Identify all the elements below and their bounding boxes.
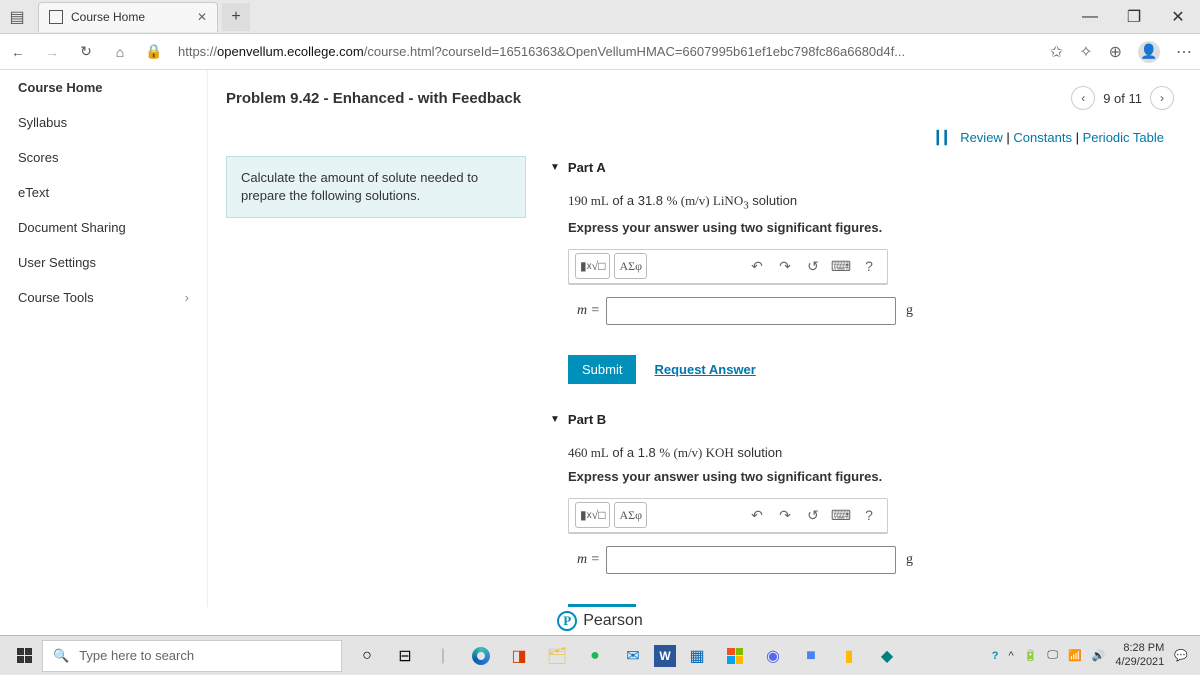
pause-icon: ▎▎	[937, 130, 953, 145]
part-a-answer-box: ▮ x√□ ΑΣφ ↶ ↷ ↺ ⌨ ?	[568, 249, 888, 285]
browser-tab[interactable]: Course Home ✕	[38, 2, 218, 32]
start-button[interactable]	[6, 640, 42, 672]
app-icon-teal[interactable]: ◆	[870, 640, 904, 672]
window-minimize[interactable]: —	[1068, 0, 1112, 34]
part-a-submit-button[interactable]: Submit	[568, 355, 636, 384]
edge-icon[interactable]	[464, 640, 498, 672]
prev-problem-button[interactable]: ‹	[1071, 86, 1095, 110]
tray-expand-icon[interactable]: ^	[1008, 650, 1013, 662]
sidebar-item-etext[interactable]: eText	[0, 175, 207, 210]
collapse-icon: ▼	[550, 414, 560, 425]
close-tab-icon[interactable]: ✕	[197, 10, 207, 24]
notes-icon[interactable]: ▮	[832, 640, 866, 672]
part-b-sigfig: Express your answer using two significan…	[568, 469, 1170, 484]
part-a-sigfig: Express your answer using two significan…	[568, 220, 1170, 235]
profile-avatar[interactable]: 👤	[1138, 41, 1160, 63]
battery-icon[interactable]: 🔋	[1024, 649, 1038, 662]
problem-title: Problem 9.42 - Enhanced - with Feedback	[226, 90, 521, 107]
part-a-var-label: m =	[568, 303, 606, 319]
sidebar-item-user-settings[interactable]: User Settings	[0, 245, 207, 280]
sidebar-item-scores[interactable]: Scores	[0, 140, 207, 175]
discord-icon[interactable]: ◉	[756, 640, 790, 672]
wifi-icon[interactable]: 📶	[1068, 649, 1082, 662]
review-link[interactable]: Review	[960, 130, 1003, 145]
help-icon[interactable]: ?	[857, 507, 881, 523]
help-icon[interactable]: ?	[857, 258, 881, 274]
calculator-icon[interactable]: ▦	[680, 640, 714, 672]
part-b-var-label: m =	[568, 552, 606, 568]
greek-button[interactable]: ΑΣφ	[614, 502, 647, 528]
part-b-unit: g	[896, 552, 913, 568]
periodic-table-link[interactable]: Periodic Table	[1083, 130, 1164, 145]
keyboard-icon[interactable]: ⌨	[829, 258, 853, 275]
undo-icon[interactable]: ↶	[745, 507, 769, 524]
redo-icon[interactable]: ↷	[773, 258, 797, 275]
part-a-request-answer[interactable]: Request Answer	[654, 362, 755, 377]
word-icon[interactable]: W	[654, 645, 676, 667]
display-icon[interactable]: 🖵	[1047, 649, 1058, 662]
search-icon: 🔍	[53, 648, 69, 664]
notifications-icon[interactable]: 💬	[1174, 649, 1188, 662]
divider: |	[426, 640, 460, 672]
tab-title: Course Home	[71, 10, 145, 24]
tab-actions-icon[interactable]: ▤	[0, 0, 34, 34]
task-view-icon[interactable]: ⊟	[388, 640, 422, 672]
part-b-header[interactable]: ▼ Part B	[550, 408, 1174, 431]
collapse-icon: ▼	[550, 162, 560, 173]
address-bar[interactable]: https://openvellum.ecollege.com/course.h…	[178, 44, 1036, 59]
windows-taskbar: 🔍 Type here to search ○ ⊟ | ◨ 🗂 ● ✉ W ▦ …	[0, 635, 1200, 675]
sidebar-item-syllabus[interactable]: Syllabus	[0, 105, 207, 140]
app-icon[interactable]: ⊕	[1109, 42, 1122, 62]
home-button[interactable]: ⌂	[110, 44, 130, 60]
part-b-question: 460 mL of a 1.8 % (m/v) KOH solution	[568, 445, 1170, 461]
instructions-box: Calculate the amount of solute needed to…	[226, 156, 526, 218]
part-b-submit-button[interactable]: Submit	[568, 604, 636, 633]
lock-icon: 🔒	[144, 43, 164, 60]
help-tray-icon[interactable]: ?	[992, 650, 999, 662]
sidebar-item-course-tools[interactable]: Course Tools›	[0, 280, 207, 315]
window-maximize[interactable]: ❐	[1112, 0, 1156, 34]
taskbar-search[interactable]: 🔍 Type here to search	[42, 640, 342, 672]
new-tab-button[interactable]: +	[222, 3, 250, 31]
part-b-answer-box: ▮ x√□ ΑΣφ ↶ ↷ ↺ ⌨ ?	[568, 498, 888, 534]
constants-link[interactable]: Constants	[1013, 130, 1072, 145]
reset-icon[interactable]: ↺	[801, 258, 825, 275]
more-menu-icon[interactable]: ⋯	[1176, 42, 1192, 62]
forward-button[interactable]: →	[42, 44, 62, 60]
chevron-right-icon: ›	[185, 290, 189, 305]
camera-icon[interactable]: ■	[794, 640, 828, 672]
file-explorer-icon[interactable]: 🗂	[540, 640, 574, 672]
app-icon-red[interactable]: ◨	[502, 640, 536, 672]
greek-button[interactable]: ΑΣφ	[614, 253, 647, 279]
course-sidebar: Course Home Syllabus Scores eText Docume…	[0, 70, 208, 635]
undo-icon[interactable]: ↶	[745, 258, 769, 275]
ms-store-icon[interactable]	[718, 640, 752, 672]
keyboard-icon[interactable]: ⌨	[829, 507, 853, 524]
reset-icon[interactable]: ↺	[801, 507, 825, 524]
part-a-header[interactable]: ▼ Part A	[550, 156, 1174, 179]
part-b-request-answer[interactable]: Request Answer	[654, 611, 755, 626]
taskbar-clock[interactable]: 8:28 PM 4/29/2021	[1115, 642, 1164, 668]
part-b-answer-input[interactable]	[606, 546, 896, 574]
problem-counter: 9 of 11	[1103, 91, 1142, 106]
templates-button[interactable]: ▮ x√□	[575, 502, 610, 528]
redo-icon[interactable]: ↷	[773, 507, 797, 524]
sidebar-item-document-sharing[interactable]: Document Sharing	[0, 210, 207, 245]
mail-icon[interactable]: ✉	[616, 640, 650, 672]
cortana-icon[interactable]: ○	[350, 640, 384, 672]
back-button[interactable]: ←	[8, 44, 28, 60]
templates-button[interactable]: ▮ x√□	[575, 253, 610, 279]
next-problem-button[interactable]: ›	[1150, 86, 1174, 110]
sidebar-item-course-home[interactable]: Course Home	[0, 70, 207, 105]
part-a-answer-input[interactable]	[606, 297, 896, 325]
volume-icon[interactable]: 🔊	[1092, 649, 1106, 662]
window-close[interactable]: ✕	[1156, 0, 1200, 34]
collections-icon[interactable]: ✧	[1079, 42, 1092, 62]
refresh-button[interactable]: ↻	[76, 43, 96, 60]
part-a-unit: g	[896, 303, 913, 319]
tab-favicon	[49, 10, 63, 24]
spotify-icon[interactable]: ●	[578, 640, 612, 672]
favorite-icon[interactable]: ✩	[1050, 42, 1063, 62]
part-a-question: 190 mL of a 31.8 % (m/v) LiNO3 solution	[568, 193, 1170, 212]
